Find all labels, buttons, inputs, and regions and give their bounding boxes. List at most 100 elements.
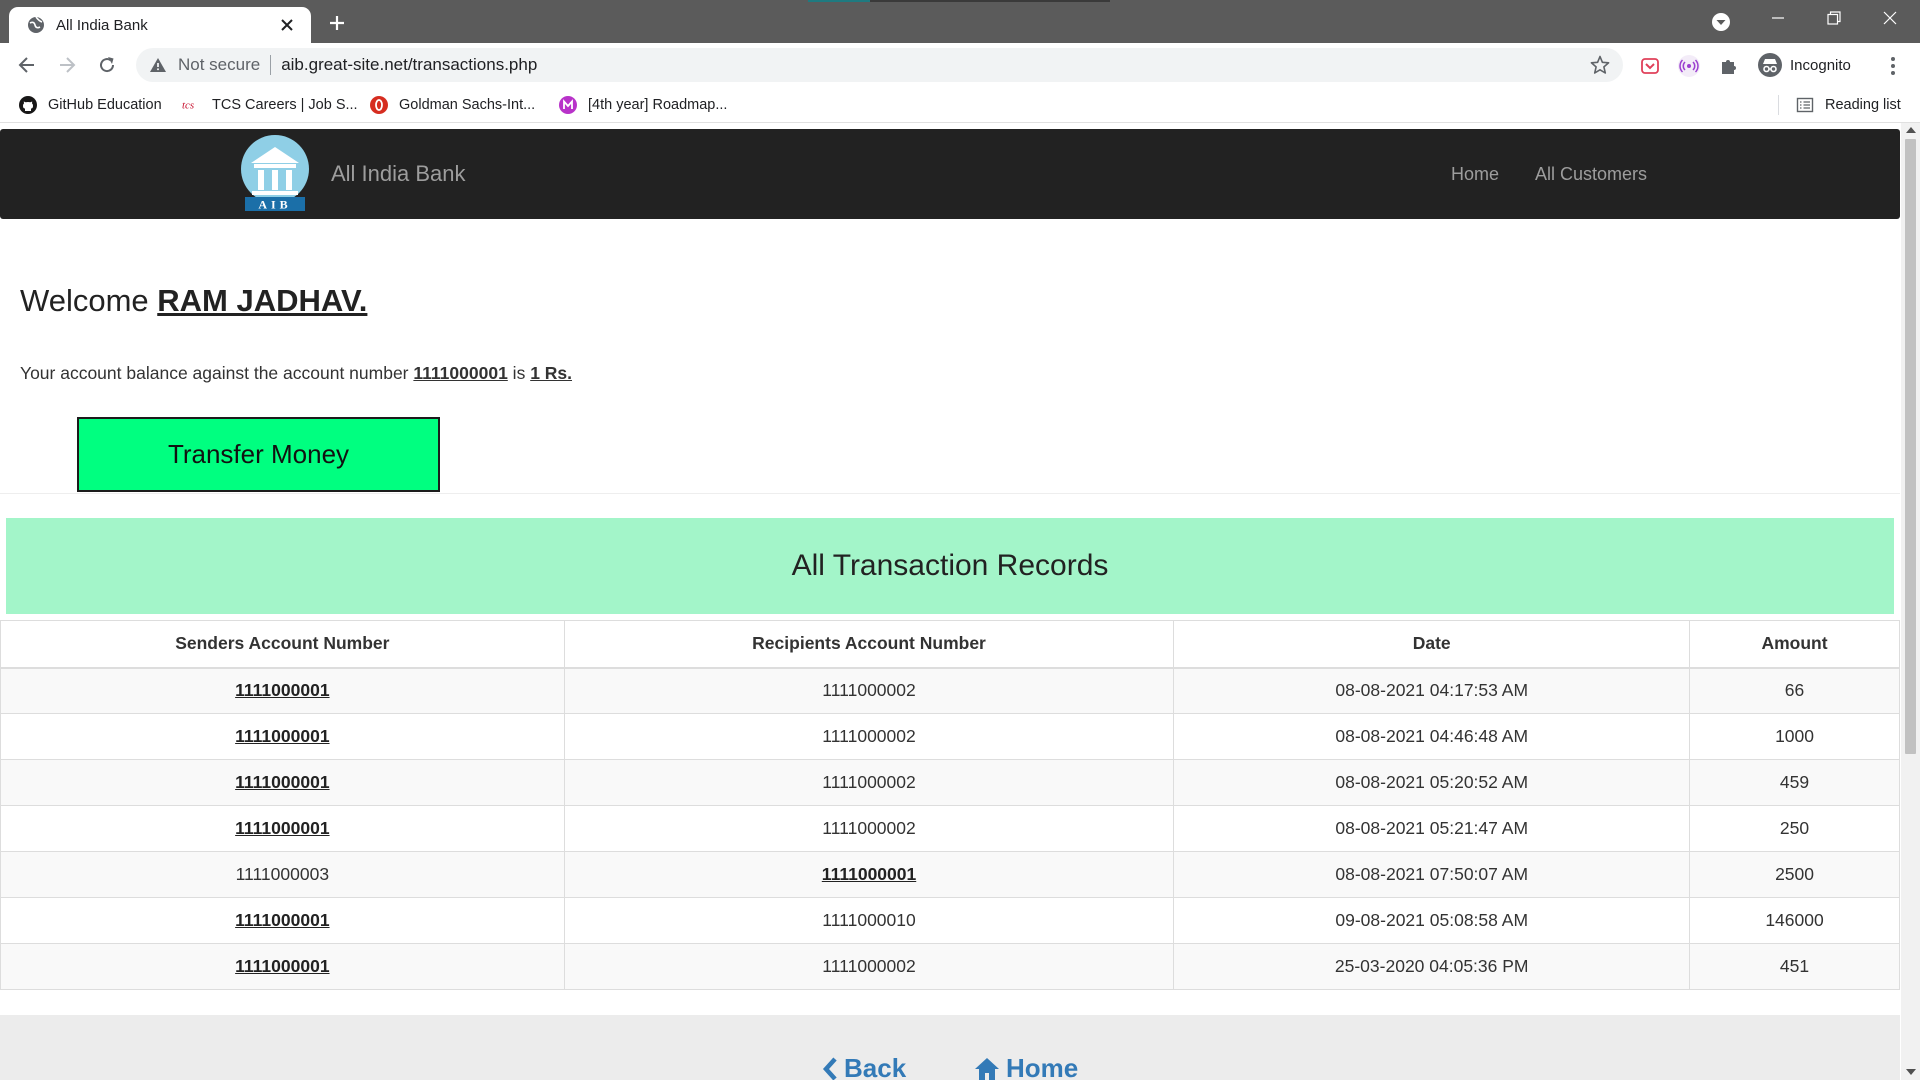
column-header: Senders Account Number [0,620,565,669]
date-cell: 08-08-2021 05:21:47 AM [1173,805,1691,852]
tab-search-icon[interactable] [1709,10,1733,34]
browser-tab[interactable]: All India Bank [9,7,311,43]
bookmark-roadmap[interactable]: [4th year] Roadmap... [558,95,727,115]
sender-account-value[interactable]: 1111000001 [235,818,329,838]
tab-title: All India Bank [56,16,148,34]
amount-cell: 66 [1689,667,1900,714]
bookmark-tcs-careers[interactable]: tcs TCS Careers | Job S... [182,95,358,115]
balance-mid: is [507,363,531,383]
sender-account-value[interactable]: 1111000001 [235,956,329,976]
home-link[interactable]: Home [974,1053,1078,1080]
incognito-profile-button[interactable]: Incognito [1754,50,1861,80]
reading-list-icon [1795,95,1815,115]
bookmark-star-icon[interactable] [1589,54,1611,76]
account-balance: 1 Rs. [530,363,573,383]
date-value: 09-08-2021 05:08:58 AM [1335,910,1529,930]
date-cell: 08-08-2021 04:46:48 AM [1173,713,1691,760]
pocket-extension-icon[interactable] [1637,53,1663,79]
recipient-account-value[interactable]: 1111000001 [822,864,916,884]
sender-account-value[interactable]: 1111000001 [235,772,329,792]
more-vert-icon[interactable] [1880,53,1906,79]
home-label: Home [1006,1053,1079,1080]
sender-account-cell: 1111000001 [0,897,565,944]
reload-icon[interactable] [92,50,122,80]
amount-cell: 1000 [1689,713,1900,760]
table-header-row: Senders Account Number Recipients Accoun… [0,620,1900,669]
welcome-prefix: Welcome [20,283,158,318]
records-title: All Transaction Records [6,518,1894,614]
url-text[interactable]: aib.great-site.net/transactions.php [281,55,1589,75]
recipient-account-cell: 1111000002 [563,713,1175,760]
extensions-puzzle-icon[interactable] [1716,53,1742,79]
date-cell: 08-08-2021 07:50:07 AM [1173,851,1691,898]
amount-value: 451 [1779,956,1810,976]
amount-value: 1000 [1775,726,1814,746]
back-arrow-icon[interactable] [12,50,42,80]
medium-m-icon [558,95,578,115]
recipient-account-cell: 1111000010 [563,897,1175,944]
logo-text: AIB [258,198,291,212]
sender-account-cell: 1111000001 [0,667,565,714]
column-header: Date [1173,620,1691,669]
amount-value: 66 [1784,680,1805,701]
amount-cell: 459 [1689,759,1900,806]
new-tab-icon[interactable] [324,10,350,36]
recipient-account-cell: 1111000002 [563,759,1175,806]
recipient-account-cell: 1111000002 [563,805,1175,852]
date-cell: 25-03-2020 04:05:36 PM [1173,943,1691,990]
bookmark-label: TCS Careers | Job S... [212,97,358,113]
reading-list-button[interactable]: Reading list [1795,95,1901,115]
recipient-account-value: 1111000002 [822,818,916,838]
sender-account-value: 1111000003 [235,864,330,884]
amount-cell: 2500 [1689,851,1900,898]
transactions-body: 1111000001 1111000002 08-08-2021 04:17:53 … [0,667,1900,990]
sender-account-cell: 1111000001 [0,759,565,806]
back-link[interactable]: Back [822,1053,906,1080]
page-footer: Back Home [0,1015,1900,1080]
bookmark-goldman-sachs[interactable]: Goldman Sachs-Int... [369,95,535,115]
scrollbar-thumb[interactable] [1905,139,1916,754]
globe-icon [26,15,46,35]
recipient-account-cell: 1111000002 [563,667,1175,714]
date-value: 08-08-2021 05:21:47 AM [1335,818,1529,838]
tab-close-icon[interactable] [275,13,299,37]
bookmark-github-education[interactable]: GitHub Education [18,95,162,115]
table-row: 1111000001 1111000002 08-08-2021 05:21:47 … [0,805,1900,852]
forward-arrow-icon[interactable] [52,50,82,80]
bank-logo[interactable]: AIB [237,133,313,213]
goldman-sachs-icon [369,95,389,115]
page-scrollbar[interactable] [1901,123,1920,1080]
divider [0,493,1900,494]
welcome-heading: Welcome RAM JADHAV. [20,283,367,319]
amount-value: 146000 [1765,910,1824,930]
back-label: Back [844,1053,907,1080]
bookmarks-bar: GitHub Education tcs TCS Careers | Job S… [0,87,1920,123]
recipient-account-cell: 1111000001 [563,851,1175,898]
date-value: 25-03-2020 04:05:36 PM [1334,956,1529,976]
scroll-down-arrow-icon[interactable] [1906,1069,1916,1075]
bookmarks-divider [1778,95,1779,115]
site-brand[interactable]: All India Bank [331,161,466,187]
transfer-money-button[interactable]: Transfer Money [77,417,440,492]
date-cell: 09-08-2021 05:08:58 AM [1173,897,1691,944]
sender-account-value[interactable]: 1111000001 [235,680,329,700]
restore-icon[interactable] [1806,0,1862,36]
address-bar[interactable]: Not secure aib.great-site.net/transactio… [136,48,1623,82]
recipient-account-cell: 1111000002 [563,943,1175,990]
recipient-account-value: 1111000010 [822,910,916,930]
minimize-icon[interactable] [1750,0,1806,36]
amount-value: 2500 [1775,864,1814,884]
nav-link-all-customers[interactable]: All Customers [1535,164,1647,185]
page-viewport: AIB All India Bank Home All Customers We… [0,123,1920,1080]
scroll-up-arrow-icon[interactable] [1906,127,1916,133]
nav-link-home[interactable]: Home [1451,164,1499,185]
broadcast-extension-icon[interactable] [1676,53,1702,79]
window-close-icon[interactable] [1862,0,1918,36]
sender-account-value[interactable]: 1111000001 [235,726,329,746]
sender-account-cell: 1111000003 [0,851,565,898]
incognito-label: Incognito [1790,56,1851,74]
amount-cell: 146000 [1689,897,1900,944]
sender-account-value[interactable]: 1111000001 [235,910,329,930]
table-row: 1111000003 1111000001 08-08-2021 07:50:07 … [0,851,1900,898]
reading-list-label: Reading list [1825,97,1901,113]
